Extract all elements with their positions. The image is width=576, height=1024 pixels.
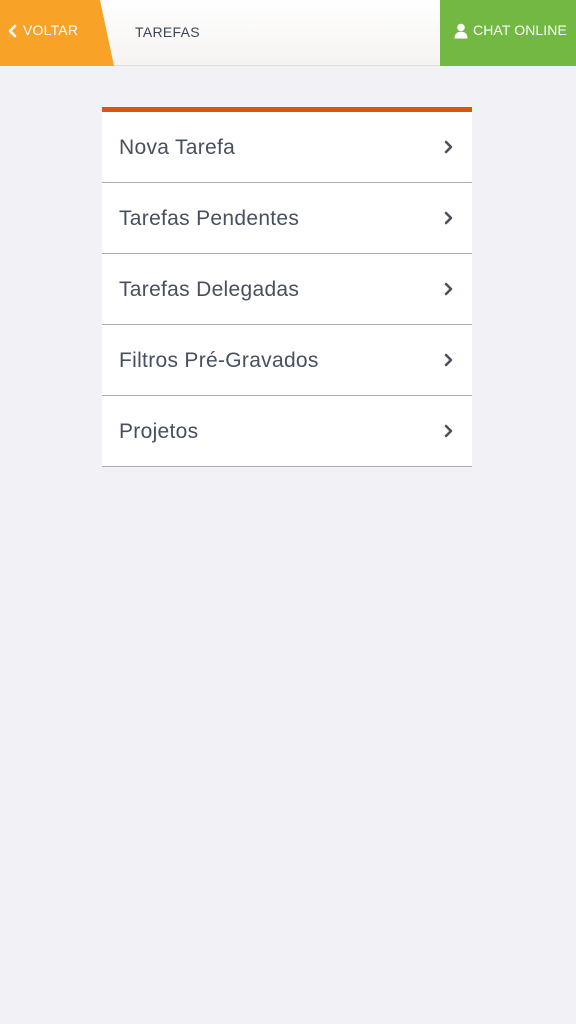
chevron-right-icon (444, 211, 453, 225)
menu-item-label: Filtros Pré-Gravados (119, 349, 319, 372)
back-button-label: VOLTAR (23, 22, 79, 38)
menu-item-nova-tarefa[interactable]: Nova Tarefa (102, 112, 472, 183)
menu-item-label: Nova Tarefa (119, 136, 236, 159)
menu-item-tarefas-pendentes[interactable]: Tarefas Pendentes (102, 183, 472, 254)
user-icon (454, 23, 468, 39)
menu-item-filtros-pre-gravados[interactable]: Filtros Pré-Gravados (102, 325, 472, 396)
app-header: VOLTAR TAREFAS CHAT ONLINE (0, 0, 576, 66)
page-title: TAREFAS (135, 24, 200, 40)
menu-item-tarefas-delegadas[interactable]: Tarefas Delegadas (102, 254, 472, 325)
menu-item-projetos[interactable]: Projetos (102, 396, 472, 467)
back-button[interactable]: VOLTAR (0, 0, 114, 66)
chevron-right-icon (444, 353, 453, 367)
chat-online-button[interactable]: CHAT ONLINE (440, 0, 576, 66)
chevron-right-icon (444, 140, 453, 154)
chevron-right-icon (444, 424, 453, 438)
chevron-left-icon (8, 24, 17, 38)
menu-item-label: Projetos (119, 420, 199, 443)
menu-item-label: Tarefas Pendentes (119, 207, 300, 230)
menu-item-label: Tarefas Delegadas (119, 278, 300, 301)
chat-online-label: CHAT ONLINE (473, 22, 567, 38)
tasks-menu: Nova Tarefa Tarefas Pendentes Tarefas De… (102, 107, 472, 467)
chevron-right-icon (444, 282, 453, 296)
